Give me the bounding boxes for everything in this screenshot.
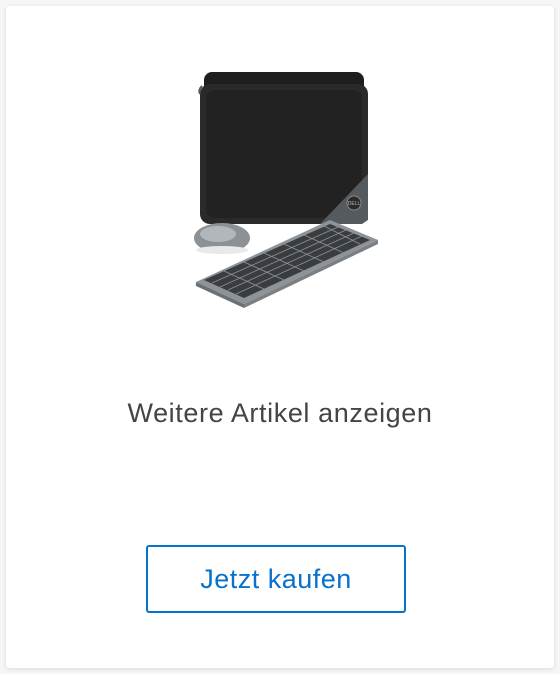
svg-text:DELL: DELL <box>348 201 361 207</box>
mouse-image <box>194 223 250 254</box>
buy-now-button[interactable]: Jetzt kaufen <box>146 545 406 613</box>
product-card: DELL Weitere Artikel anzeigen Jetzt kauf… <box>6 6 554 668</box>
laptop-sleeve-image: DELL <box>198 72 368 224</box>
product-image: DELL <box>194 72 378 308</box>
card-title: Weitere Artikel anzeigen <box>127 398 433 428</box>
